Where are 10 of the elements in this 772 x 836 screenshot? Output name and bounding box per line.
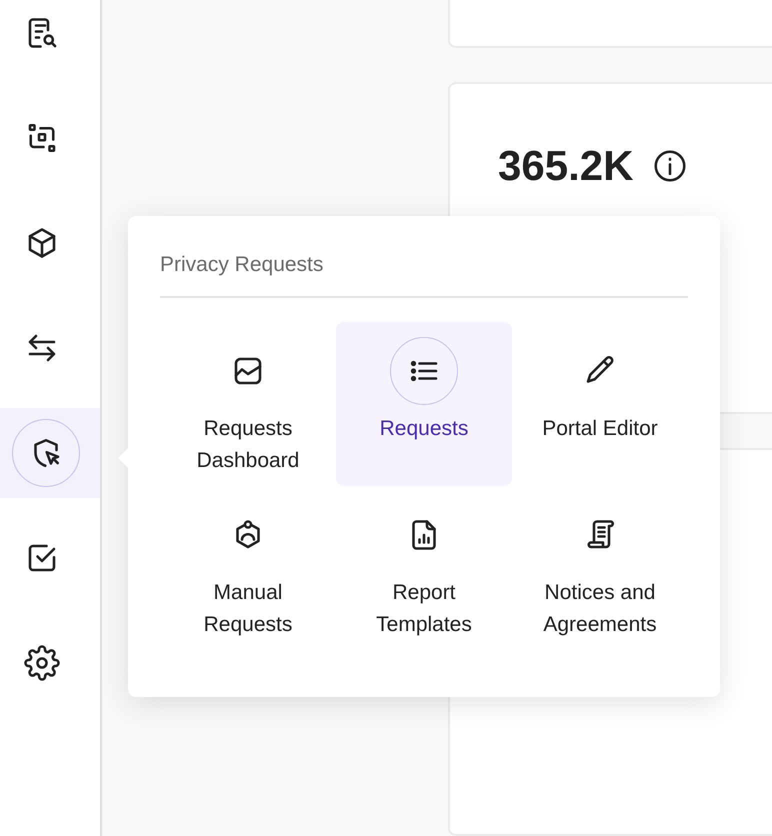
popup-title: Privacy Requests bbox=[160, 252, 324, 278]
settings-icon bbox=[24, 645, 60, 681]
menu-tile[interactable]: Manual Requests bbox=[160, 486, 336, 650]
menu-tile[interactable]: Report Templates bbox=[336, 486, 512, 650]
menu-tile[interactable]: Requests Dashboard bbox=[160, 322, 336, 486]
sidebar-item[interactable] bbox=[0, 408, 100, 498]
menu-tile[interactable]: Requests bbox=[336, 322, 512, 486]
menu-tile[interactable]: Notices and Agreements bbox=[512, 486, 688, 650]
stat-value: 365.2K bbox=[498, 142, 634, 190]
menu-tile[interactable]: Portal Editor bbox=[512, 322, 688, 486]
